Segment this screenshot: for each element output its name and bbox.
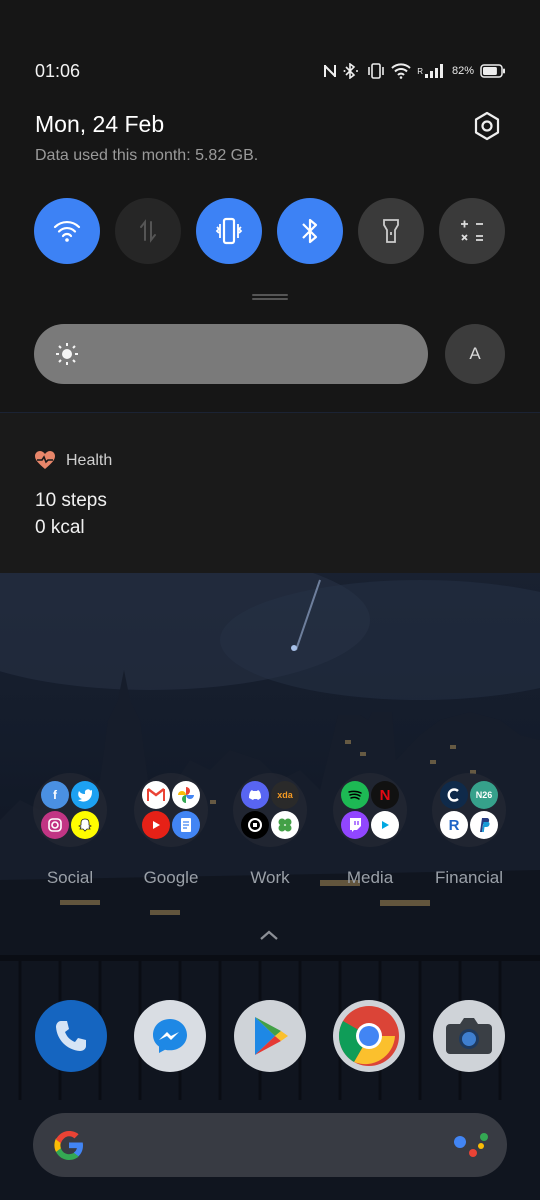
steps-count: 10 steps: [35, 490, 107, 511]
mobile-data-icon: [140, 219, 156, 243]
shade-date: Mon, 24 Feb: [35, 111, 165, 137]
youtube-icon: [142, 811, 170, 839]
assistant-icon[interactable]: [453, 1131, 489, 1161]
bluetooth-icon: [343, 63, 361, 79]
clover-icon: [271, 811, 299, 839]
kcal-count: 0 kcal: [35, 517, 85, 538]
notification-shade: 01:06 R 82% Mon, 24 Feb Data used this m…: [0, 0, 540, 412]
phone-app[interactable]: [35, 1000, 107, 1072]
gmail-icon: [142, 781, 170, 809]
docs-icon: [172, 811, 200, 839]
play-store-icon: [255, 1017, 288, 1055]
r-app-icon: R: [440, 811, 468, 839]
mobile-data-tile[interactable]: [115, 198, 181, 264]
folder-label-media: Media: [346, 868, 394, 887]
heart-pulse-icon: [34, 450, 56, 475]
prime-video-icon: [371, 811, 399, 839]
wifi-tile[interactable]: [34, 198, 100, 264]
battery-percent: 82%: [451, 65, 474, 77]
signal-icon: R: [417, 63, 446, 79]
uber-icon: [241, 811, 269, 839]
spotify-icon: [341, 781, 369, 809]
wifi-icon: [53, 220, 81, 242]
instagram-icon: [41, 811, 69, 839]
battery-icon: [480, 64, 506, 78]
twitch-icon: [341, 811, 369, 839]
health-title: Health: [66, 452, 113, 469]
chrome-app[interactable]: [333, 1000, 405, 1072]
folder-label-social: Social: [46, 868, 94, 887]
twitter-icon: [71, 781, 99, 809]
phone-icon: [56, 1021, 86, 1051]
calculator-icon: [461, 220, 483, 241]
calculator-tile[interactable]: [439, 198, 505, 264]
app-drawer-arrow[interactable]: [258, 928, 280, 947]
photos-icon: [172, 781, 200, 809]
folder-label-work: Work: [250, 868, 290, 887]
folder-financial[interactable]: N26 R: [432, 773, 506, 847]
status-clock: 01:06: [35, 61, 81, 81]
netflix-icon: N: [371, 781, 399, 809]
brightness-slider[interactable]: [34, 324, 428, 384]
flashlight-tile[interactable]: [358, 198, 424, 264]
folder-google[interactable]: [134, 773, 208, 847]
status-bar: 01:06 R 82%: [0, 56, 540, 86]
nfc-icon: [323, 63, 337, 79]
google-g-icon: [54, 1131, 83, 1160]
camera-app[interactable]: [433, 1000, 505, 1072]
bluetooth-icon: [302, 218, 318, 244]
folder-label-google: Google: [143, 868, 199, 887]
folder-media[interactable]: N: [333, 773, 407, 847]
play-store-app[interactable]: [234, 1000, 306, 1072]
messenger-icon: [153, 1019, 187, 1053]
xda-icon: xda: [271, 781, 299, 809]
brightness-icon: [56, 343, 78, 365]
discord-icon: [241, 781, 269, 809]
bluetooth-tile[interactable]: [277, 198, 343, 264]
vibrate-icon: [367, 63, 385, 79]
vibrate-tile[interactable]: [196, 198, 262, 264]
n26-icon: N26: [470, 781, 498, 809]
settings-button[interactable]: [470, 109, 504, 143]
shade-drag-handle[interactable]: [252, 294, 288, 300]
gear-icon: [474, 111, 500, 141]
health-card[interactable]: Health 10 steps 0 kcal: [0, 413, 540, 573]
c-app-icon: [440, 781, 468, 809]
vibrate-icon: [215, 217, 243, 245]
google-search-bar[interactable]: [33, 1113, 507, 1177]
snapchat-icon: [71, 811, 99, 839]
chevron-up-icon: [260, 930, 278, 940]
auto-brightness-button[interactable]: A: [445, 324, 505, 384]
status-icons: R 82%: [323, 60, 506, 82]
flashlight-icon: [383, 219, 399, 243]
paypal-icon: [470, 811, 498, 839]
folder-label-financial: Financial: [434, 868, 504, 887]
messenger-app[interactable]: [134, 1000, 206, 1072]
data-usage-text[interactable]: Data used this month: 5.82 GB.: [35, 147, 258, 165]
folder-work[interactable]: xda: [233, 773, 307, 847]
wifi-icon: [391, 63, 411, 79]
f-app-icon: f: [41, 781, 69, 809]
folder-social[interactable]: f: [33, 773, 107, 847]
roaming-indicator: R: [417, 66, 423, 76]
camera-icon: [446, 1018, 492, 1054]
chrome-icon: [338, 1006, 399, 1066]
